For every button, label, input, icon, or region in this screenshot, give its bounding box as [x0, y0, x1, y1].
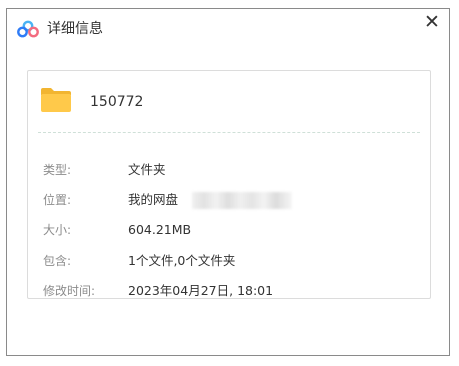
- location-label: 位置:: [43, 193, 72, 207]
- baidu-netdisk-logo-icon: [17, 20, 39, 38]
- location-value[interactable]: 我的网盘: [128, 191, 178, 209]
- file-name[interactable]: 150772: [90, 93, 143, 111]
- folder-icon: [41, 88, 71, 112]
- detail-row-modified: 修改时间: 2023年04月27日, 18:01: [28, 282, 430, 300]
- size-label: 大小:: [43, 223, 72, 237]
- contains-value: 1个文件,0个文件夹: [128, 253, 236, 268]
- contains-label: 包含:: [43, 254, 72, 268]
- title-bar: 详细信息 ✕: [7, 9, 449, 49]
- detail-row-contains: 包含: 1个文件,0个文件夹: [28, 252, 430, 270]
- modified-value: 2023年04月27日, 18:01: [128, 283, 274, 298]
- redacted-path-mask: [192, 192, 292, 209]
- modified-label: 修改时间:: [43, 284, 96, 298]
- type-label: 类型:: [43, 163, 72, 177]
- details-card: 150772 类型: 文件夹 位置: 我的网盘 大小: 604.21MB 包含:…: [27, 70, 431, 299]
- file-details-dialog: 详细信息 ✕ 150772 类型: 文件夹 位置: 我的网盘 大小: 604.2…: [6, 8, 450, 356]
- close-icon: ✕: [424, 11, 440, 33]
- type-value: 文件夹: [128, 162, 166, 177]
- detail-row-size: 大小: 604.21MB: [28, 221, 430, 239]
- size-value: 604.21MB: [128, 222, 192, 237]
- detail-row-type: 类型: 文件夹: [28, 161, 430, 179]
- close-button[interactable]: ✕: [423, 11, 441, 33]
- dialog-title: 详细信息: [47, 21, 103, 37]
- divider: [38, 132, 420, 133]
- detail-row-location: 位置: 我的网盘: [28, 191, 430, 209]
